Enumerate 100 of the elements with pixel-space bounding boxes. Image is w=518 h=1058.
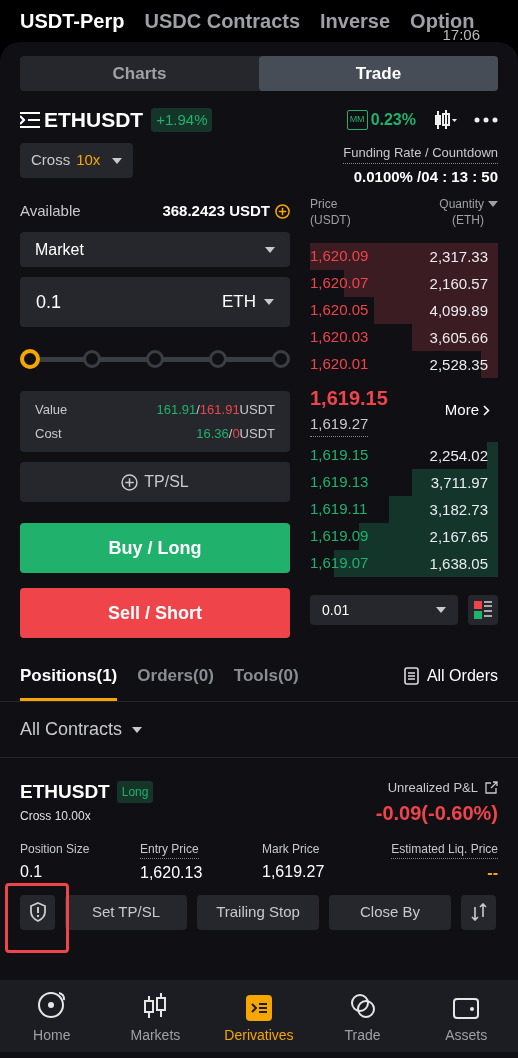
menu-icon[interactable]	[20, 112, 40, 128]
order-book-icon	[474, 601, 492, 619]
field-value: --	[487, 862, 498, 883]
slider-step[interactable]	[209, 350, 227, 368]
nav-tab[interactable]: Home	[0, 980, 104, 1052]
price-text: 1,620.09	[310, 246, 369, 267]
precision-dropdown[interactable]: 0.01	[310, 595, 458, 625]
positions-tab[interactable]: Tools(0)	[233, 662, 299, 701]
quantity-text: 2,254.02	[429, 448, 488, 463]
caret-icon	[488, 201, 498, 207]
nav-tab[interactable]: Markets	[103, 980, 208, 1052]
field-value: 1,620.13	[140, 862, 203, 883]
view-tab[interactable]: Trade	[259, 56, 498, 91]
mm-badge: MM	[346, 110, 368, 130]
more-link[interactable]: More	[444, 398, 490, 422]
positions-tab[interactable]: Positions(1)	[20, 662, 118, 701]
summary-value: 16.36/0USDT	[196, 424, 275, 443]
caret-icon	[112, 157, 123, 164]
quantity-header: Quantity (ETH)	[439, 196, 484, 228]
field-label: Estimated Liq. Price	[391, 839, 498, 859]
price-text: 1,619.13	[310, 472, 369, 493]
shield-button[interactable]	[20, 894, 55, 930]
field-label: Mark Price	[262, 840, 320, 858]
field-value: 1,619.27	[262, 861, 325, 882]
price-text: 1,620.07	[310, 273, 369, 294]
caret-icon	[265, 246, 275, 253]
market-tab[interactable]: USDT-Perp	[20, 6, 125, 36]
highlight-frame	[5, 882, 69, 953]
book-layout-button[interactable]	[468, 595, 498, 625]
symbol-title[interactable]: ETHUSDT	[44, 104, 144, 136]
price-text: 1,620.05	[310, 300, 369, 321]
field-label: Position Size	[20, 840, 90, 858]
quantity-field[interactable]: 0.1 ETH	[20, 277, 290, 327]
quantity-text: 2,528.35	[429, 357, 488, 372]
price-text: 1,620.01	[310, 354, 369, 375]
derivatives-icon	[246, 995, 272, 1021]
position-symbol: ETHUSDT	[20, 780, 110, 804]
field-value: 0.1	[20, 861, 43, 882]
change-badge: +1.94%	[151, 107, 213, 133]
quantity-text: 3,605.66	[429, 330, 488, 345]
market-tab[interactable]: Inverse	[320, 6, 391, 36]
funding-value: 0.0100% /04 : 13 : 50	[353, 166, 498, 187]
quantity-text: 3,711.97	[430, 475, 488, 490]
quantity-text: 1,638.05	[429, 556, 488, 571]
side-badge: Long	[116, 781, 154, 804]
price-text: 1,619.07	[310, 553, 369, 574]
position-action-button[interactable]: Trailing Stop	[197, 894, 319, 930]
price-text: 1,620.03	[310, 327, 369, 348]
mark-price-text: 1,619.27	[310, 413, 369, 437]
quantity-text: 3,182.73	[429, 502, 488, 517]
nav-tab[interactable]: Trade	[310, 980, 415, 1052]
slider-step[interactable]	[146, 350, 164, 368]
candlestick-icon[interactable]	[434, 110, 458, 130]
order-type-dropdown[interactable]: Market	[20, 232, 290, 267]
caret-icon	[264, 299, 274, 305]
add-icon[interactable]	[275, 203, 290, 219]
contracts-filter[interactable]: All Contracts	[20, 716, 143, 743]
last-price-text: 1,619.15	[310, 386, 388, 412]
price-text: 1,619.11	[310, 499, 368, 520]
candlestick-icon	[142, 991, 169, 1021]
summary-label: Cost	[35, 424, 62, 443]
wallet-icon	[452, 995, 481, 1021]
more-icon[interactable]	[474, 117, 498, 123]
price-header: Price (USDT)	[310, 196, 351, 229]
reverse-button[interactable]	[461, 894, 496, 930]
tpsl-button[interactable]: TP/SL	[20, 462, 290, 502]
position-action-button[interactable]: Close By	[329, 894, 451, 930]
summary-label: Value	[35, 401, 68, 419]
available-label: Available	[20, 200, 81, 221]
caret-icon	[436, 607, 446, 613]
share-icon[interactable]	[485, 781, 498, 795]
pnl-value: -0.09(-0.60%)	[375, 800, 498, 826]
add-icon	[121, 473, 139, 491]
swap-icon	[470, 903, 487, 921]
nav-tab[interactable]: Assets	[414, 980, 518, 1052]
price-text: 1,619.09	[310, 526, 369, 547]
slider-step[interactable]	[83, 350, 101, 368]
available-value: 368.2423 USDT	[162, 200, 270, 221]
position-action-button[interactable]: Set TP/SL	[65, 894, 187, 930]
field-label: Entry Price	[140, 839, 199, 859]
mm-rate-text: 0.23%	[370, 110, 416, 130]
pnl-label: Unrealized P&L	[387, 779, 478, 797]
slider-thumb[interactable]	[20, 349, 40, 369]
quantity-text: 2,167.65	[429, 529, 488, 544]
sell-short-button[interactable]: Sell / Short	[20, 588, 290, 638]
all-orders-link[interactable]: All Orders	[403, 664, 498, 701]
slider-step[interactable]	[272, 350, 290, 368]
nav-tab[interactable]: Derivatives	[207, 980, 311, 1052]
funding-label: Funding Rate / Countdown	[343, 143, 498, 164]
shield-icon	[28, 902, 47, 922]
price-text: 1,619.15	[310, 445, 369, 466]
market-tab[interactable]: USDC Contracts	[144, 6, 301, 36]
quantity-text: 2,317.33	[429, 249, 488, 264]
document-icon	[403, 667, 419, 685]
quantity-text: 2,160.57	[429, 276, 488, 291]
view-tab[interactable]: Charts	[20, 56, 259, 91]
slider-track[interactable]	[20, 349, 290, 369]
quantity-text: 4,099.89	[429, 303, 488, 318]
positions-tab[interactable]: Orders(0)	[137, 662, 214, 701]
margin-mode-dropdown[interactable]: Cross 10x	[20, 143, 134, 178]
